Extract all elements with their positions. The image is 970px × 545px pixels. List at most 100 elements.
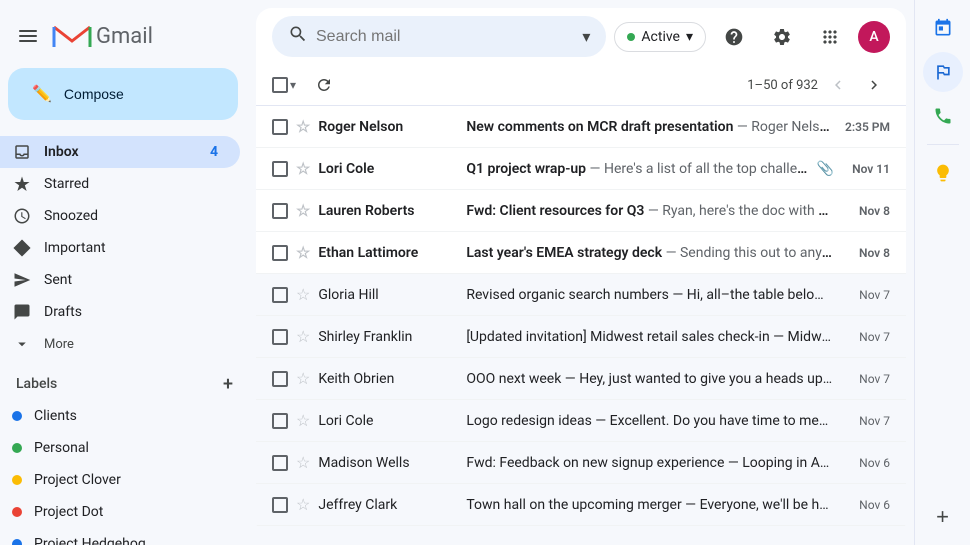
search-dropdown-icon[interactable]: ▾ xyxy=(582,27,590,46)
next-page-button[interactable] xyxy=(858,69,890,101)
important-icon xyxy=(12,239,32,257)
sidebar-item-snoozed[interactable]: Snoozed xyxy=(0,200,240,232)
email-sender: Jeffrey Clark xyxy=(318,497,458,513)
label-name-project-hedgehog: Project Hedgehog xyxy=(34,536,146,545)
add-app-button[interactable]: + xyxy=(923,497,963,537)
email-time: Nov 6 xyxy=(842,498,890,512)
email-checkbox[interactable] xyxy=(272,203,288,219)
email-checkbox[interactable] xyxy=(272,245,288,261)
star-button[interactable]: ☆ xyxy=(296,327,310,346)
email-sender: Madison Wells xyxy=(318,455,458,471)
email-checkbox[interactable] xyxy=(272,413,288,429)
sidebar-item-more-nav[interactable]: More xyxy=(0,328,240,360)
email-row[interactable]: ☆ Lauren Roberts Fwd: Client resources f… xyxy=(256,190,906,232)
contacts-app-button[interactable] xyxy=(923,96,963,136)
drafts-label: Drafts xyxy=(44,304,224,320)
refresh-button[interactable] xyxy=(308,69,340,101)
starred-label: Starred xyxy=(44,176,224,192)
star-button[interactable]: ☆ xyxy=(296,369,310,388)
email-checkbox[interactable] xyxy=(272,287,288,303)
attachment-icon: 📎 xyxy=(817,161,834,177)
email-row[interactable]: ☆ Shirley Franklin [Updated invitation] … xyxy=(256,316,906,358)
search-icon xyxy=(288,24,308,49)
email-row[interactable]: ☆ Jeffrey Clark Town hall on the upcomin… xyxy=(256,484,906,526)
email-row[interactable]: ☆ Keith Obrien OOO next week — Hey, just… xyxy=(256,358,906,400)
star-button[interactable]: ☆ xyxy=(296,411,310,430)
clock-icon xyxy=(12,207,32,225)
tasks-app-button[interactable] xyxy=(923,52,963,92)
email-row[interactable]: ☆ Gloria Hill Revised organic search num… xyxy=(256,274,906,316)
email-checkbox[interactable] xyxy=(272,455,288,471)
sidebar-item-sent[interactable]: Sent xyxy=(0,264,240,296)
sidebar: Gmail ✏️ Compose Inbox 4 Starred Snoozed xyxy=(0,0,256,545)
email-time: Nov 6 xyxy=(842,456,890,470)
active-chevron: ▾ xyxy=(686,29,693,45)
star-button[interactable]: ☆ xyxy=(296,453,310,472)
labels-section-header: Labels + xyxy=(0,368,256,400)
email-checkbox[interactable] xyxy=(272,119,288,135)
email-checkbox[interactable] xyxy=(272,161,288,177)
gmail-logo-text: Gmail xyxy=(96,24,153,49)
email-sender: Lori Cole xyxy=(318,161,458,177)
compose-button[interactable]: ✏️ Compose xyxy=(8,68,238,120)
draft-icon xyxy=(12,303,32,321)
email-sender: Ethan Lattimore xyxy=(318,245,458,261)
star-button[interactable]: ☆ xyxy=(296,285,310,304)
email-time: Nov 7 xyxy=(842,372,890,386)
email-row[interactable]: ☆ Madison Wells Fwd: Feedback on new sig… xyxy=(256,442,906,484)
email-row[interactable]: ☆ Lori Cole Q1 project wrap-up — Here's … xyxy=(256,148,906,190)
star-button[interactable]: ☆ xyxy=(296,201,310,220)
email-subject: Fwd: Client resources for Q3 — Ryan, her… xyxy=(466,203,834,219)
email-checkbox[interactable] xyxy=(272,371,288,387)
clients-dot xyxy=(12,411,22,421)
prev-page-button[interactable] xyxy=(822,69,854,101)
email-subject: Revised organic search numbers — Hi, all… xyxy=(466,287,834,303)
search-input[interactable] xyxy=(316,28,574,46)
label-item-personal[interactable]: Personal xyxy=(0,432,240,464)
email-sender: Lori Cole xyxy=(318,413,458,429)
settings-button[interactable] xyxy=(762,17,802,57)
email-row[interactable]: ☆ Ethan Lattimore Last year's EMEA strat… xyxy=(256,232,906,274)
add-label-button[interactable]: + xyxy=(216,372,240,396)
label-item-project-dot[interactable]: Project Dot xyxy=(0,496,240,528)
user-avatar[interactable]: A xyxy=(858,21,890,53)
active-status-button[interactable]: Active ▾ xyxy=(614,22,706,52)
label-item-clients[interactable]: Clients xyxy=(0,400,240,432)
star-button[interactable]: ☆ xyxy=(296,243,310,262)
sidebar-item-inbox[interactable]: Inbox 4 xyxy=(0,136,240,168)
email-row[interactable]: ☆ Lori Cole Logo redesign ideas — Excell… xyxy=(256,400,906,442)
select-all-checkbox[interactable] xyxy=(272,77,288,93)
email-row[interactable]: ☆ Roger Nelson Two pics from the confere… xyxy=(256,526,906,537)
sidebar-item-drafts[interactable]: Drafts xyxy=(0,296,240,328)
active-dot xyxy=(627,33,635,41)
email-sender: Gloria Hill xyxy=(318,287,458,303)
email-time: Nov 11 xyxy=(842,162,890,176)
help-button[interactable] xyxy=(714,17,754,57)
email-checkbox[interactable] xyxy=(272,497,288,513)
star-button[interactable]: ☆ xyxy=(296,117,310,136)
send-icon xyxy=(12,271,32,289)
sidebar-item-starred[interactable]: Starred xyxy=(0,168,240,200)
sidebar-item-important[interactable]: Important xyxy=(0,232,240,264)
email-subject: Town hall on the upcoming merger — Every… xyxy=(466,497,834,513)
email-sender: Roger Nelson xyxy=(318,119,458,135)
label-item-project-clover[interactable]: Project Clover xyxy=(0,464,240,496)
star-button[interactable]: ☆ xyxy=(296,495,310,514)
star-button[interactable]: ☆ xyxy=(296,159,310,178)
label-item-project-hedgehog[interactable]: Project Hedgehog xyxy=(0,528,240,545)
email-toolbar: ▾ 1–50 of 932 xyxy=(256,65,906,106)
nav-section: Inbox 4 Starred Snoozed Important Sent xyxy=(0,136,256,360)
email-time: Nov 7 xyxy=(842,330,890,344)
email-checkbox[interactable] xyxy=(272,329,288,345)
apps-grid-button[interactable] xyxy=(810,17,850,57)
email-row[interactable]: ☆ Roger Nelson New comments on MCR draft… xyxy=(256,106,906,148)
email-subject: Last year's EMEA strategy deck — Sending… xyxy=(466,245,834,261)
sent-label: Sent xyxy=(44,272,224,288)
keep-app-button[interactable] xyxy=(923,153,963,193)
select-dropdown-icon[interactable]: ▾ xyxy=(290,78,296,92)
email-time: Nov 7 xyxy=(842,414,890,428)
apps-panel: + xyxy=(914,0,970,545)
calendar-app-button[interactable] xyxy=(923,8,963,48)
email-time: 2:35 PM xyxy=(842,120,890,134)
hamburger-button[interactable] xyxy=(8,16,48,56)
